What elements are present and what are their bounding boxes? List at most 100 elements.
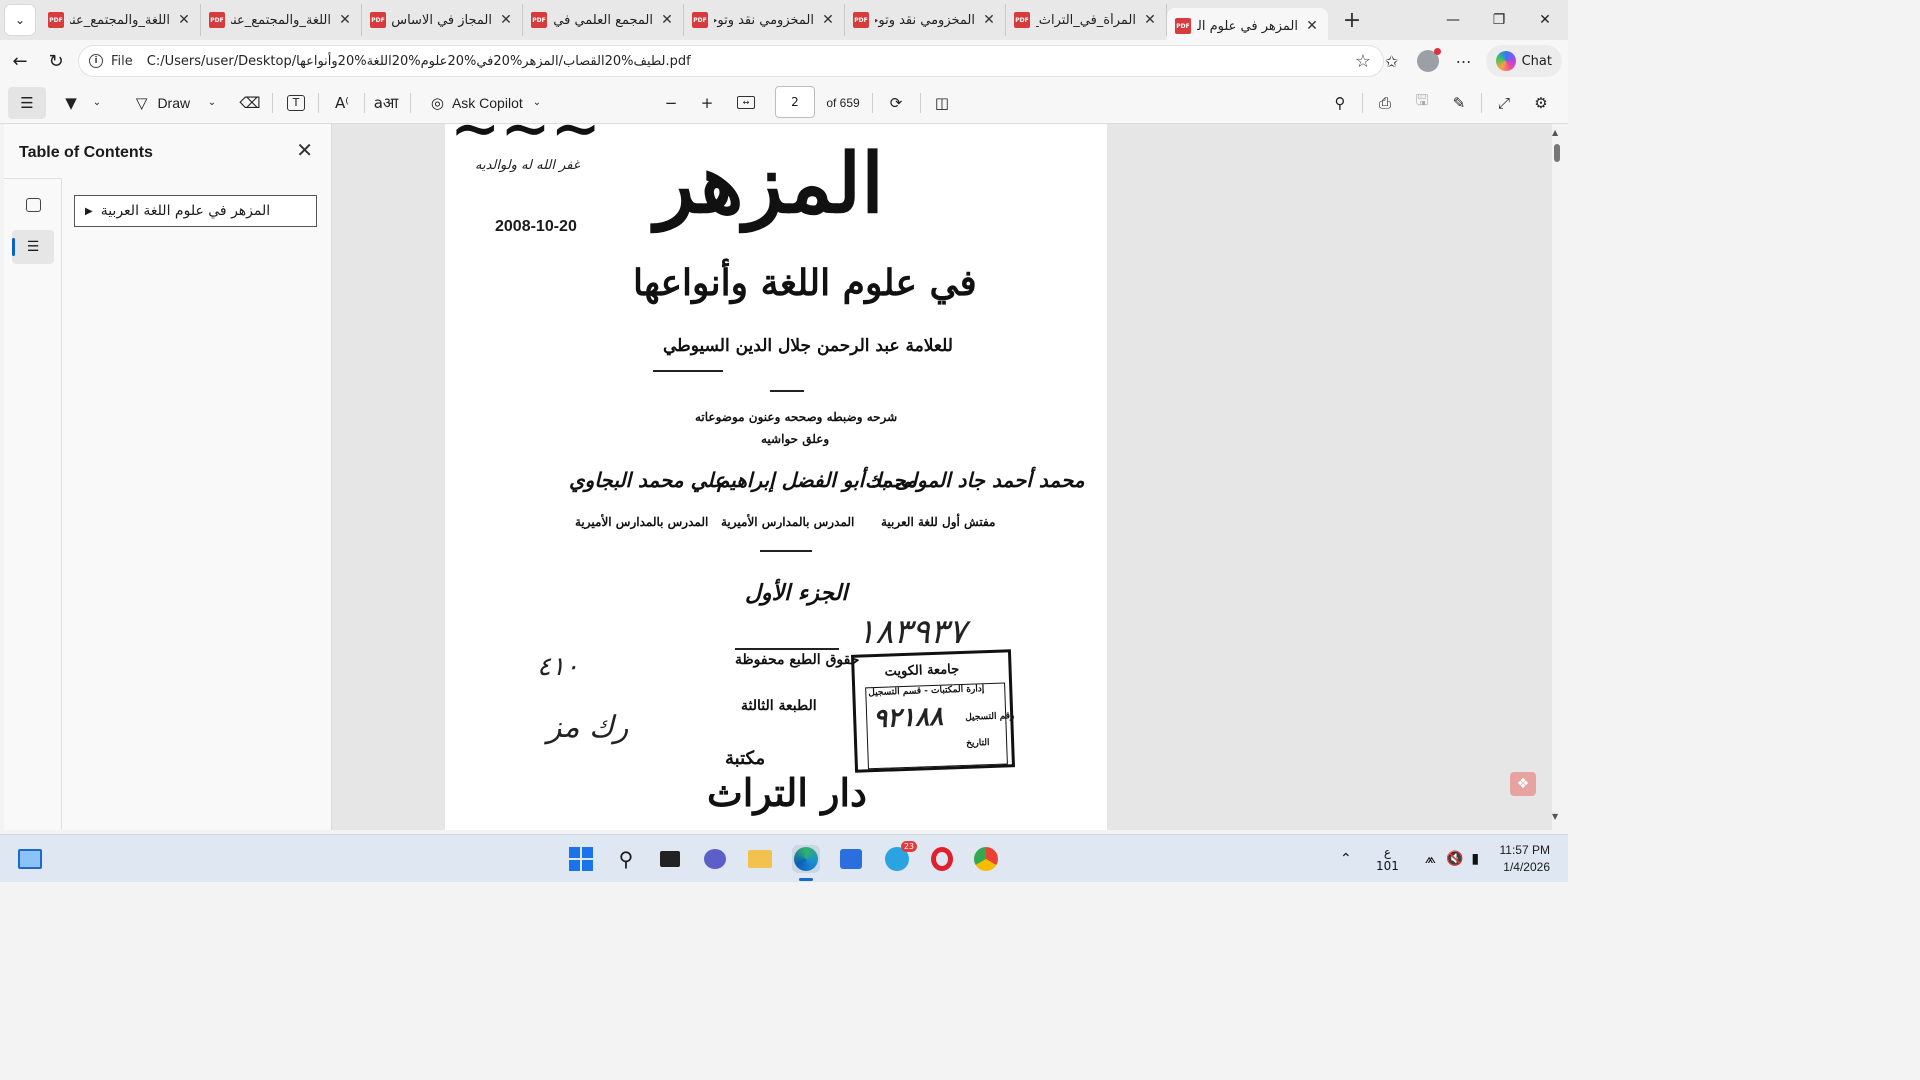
avatar — [1416, 48, 1441, 72]
chevron-down-icon: ⌄ — [14, 13, 26, 27]
image-icon — [25, 198, 41, 212]
underline-divider — [653, 370, 723, 372]
highlight-button[interactable]: ▼ — [60, 87, 82, 119]
print-button[interactable]: ⎙ — [1373, 87, 1397, 119]
volume-muted-icon[interactable]: 🔇 — [1446, 851, 1463, 867]
more-options-button[interactable]: ⋯ — [1446, 43, 1482, 79]
browser-tab[interactable]: PDF اللغة_والمجتمع_عند ✕ — [201, 4, 362, 36]
zoom-out-button[interactable]: − — [660, 87, 682, 119]
refresh-button[interactable]: ↻ — [38, 43, 74, 79]
vertical-scrollbar[interactable]: ▲ ▼ — [1552, 128, 1562, 828]
taskbar: ⚲ 23 ⌃ ع 101 ⩕ 🔇 ▮ 11:57 PM 1/4/2026 — [0, 834, 1568, 882]
chrome-button[interactable] — [972, 845, 1000, 873]
browser-tab[interactable]: PDF المخزومي نقد وتوجيه ✕ — [684, 4, 845, 36]
widgets-button[interactable] — [16, 845, 44, 873]
find-button[interactable]: ⚲ — [1328, 87, 1352, 119]
toolbar-separator — [872, 92, 873, 113]
translate-button[interactable]: aआ — [374, 87, 399, 119]
folder-icon — [748, 850, 772, 868]
page-view-icon: ◫ — [934, 93, 950, 112]
zoom-in-button[interactable]: + — [696, 87, 718, 119]
browser-tab[interactable]: PDF المزهر في علوم اللغ ✕ — [1167, 8, 1328, 44]
fit-width-button[interactable]: ↔ — [734, 87, 758, 119]
address-bar[interactable]: i File C:/Users/user/Desktop/لطيف%20القص… — [78, 45, 1384, 77]
read-aloud-button[interactable]: A⁽ — [330, 87, 354, 119]
close-tab-icon[interactable]: ✕ — [1304, 18, 1320, 34]
start-button[interactable] — [567, 845, 595, 873]
editor-2-name: محمد أبو الفضل إبراهيم — [717, 468, 917, 492]
expand-arrow-icon[interactable]: ▶ — [85, 206, 93, 217]
show-hidden-icons-chevron-icon[interactable]: ⌃ — [1340, 851, 1362, 867]
clock[interactable]: 11:57 PM 1/4/2026 — [1500, 842, 1550, 876]
save-button[interactable]: 🖫 — [1410, 87, 1434, 119]
close-tab-icon[interactable]: ✕ — [1142, 12, 1158, 28]
copilot-chat-button[interactable]: Chat — [1485, 45, 1562, 77]
input-language[interactable]: ع 101 — [1376, 845, 1399, 873]
browser-tab[interactable]: PDF المجاز في الاساس.pdf ✕ — [362, 4, 523, 36]
opera-button[interactable] — [928, 845, 956, 873]
close-tab-icon[interactable]: ✕ — [820, 12, 836, 28]
profile-button[interactable] — [1410, 43, 1446, 79]
scroll-down-arrow-icon[interactable]: ▼ — [1552, 812, 1558, 821]
page-total: of 659 — [826, 95, 860, 110]
close-tab-icon[interactable]: ✕ — [498, 12, 514, 28]
page-number-input[interactable]: 2 — [775, 86, 815, 118]
handwritten-note-2: رك مز — [547, 710, 629, 745]
toc-tab[interactable]: ☰ — [12, 230, 54, 264]
page-view-button[interactable]: ◫ — [930, 87, 954, 119]
wifi-icon[interactable]: ⩕ — [1425, 851, 1436, 867]
minimize-button[interactable]: — — [1430, 0, 1476, 40]
info-icon[interactable]: i — [89, 54, 103, 68]
save-as-button[interactable]: ✎ — [1447, 87, 1471, 119]
browser-tab[interactable]: PDF المجمع العلمي في ال ✕ — [523, 4, 684, 36]
back-button[interactable]: ← — [2, 43, 38, 79]
battery-icon[interactable]: ▮ — [1471, 851, 1479, 867]
task-view-button[interactable] — [656, 845, 684, 873]
toc-toggle-button[interactable]: ☰ — [8, 86, 46, 119]
fullscreen-button[interactable]: ⤢ — [1492, 87, 1516, 119]
chat-app-button[interactable] — [701, 845, 729, 873]
rotate-button[interactable]: ⟳ — [884, 87, 908, 119]
edge-button[interactable] — [792, 845, 820, 873]
close-tab-icon[interactable]: ✕ — [337, 12, 353, 28]
stamp-reg-label: رقم التسجيل — [965, 711, 1015, 723]
favorites-button[interactable]: ✩ — [1374, 43, 1410, 79]
favorite-star-icon[interactable]: ☆ — [1355, 51, 1371, 72]
restore-button[interactable]: ❐ — [1476, 0, 1522, 40]
scrollbar-thumb[interactable] — [1554, 144, 1560, 162]
stamp-university: جامعة الكويت — [884, 662, 960, 680]
new-tab-button[interactable]: + — [1336, 4, 1368, 36]
tab-title: المجمع العلمي في ال — [553, 12, 653, 28]
settings-button[interactable]: ⚙ — [1529, 87, 1553, 119]
add-text-button[interactable]: T — [284, 87, 308, 119]
browser-tab[interactable]: PDF المرأة_في_التراث_الع ✕ — [1006, 4, 1167, 36]
draw-options-dropdown[interactable]: ⌄ — [205, 87, 219, 119]
highlight-options-dropdown[interactable]: ⌄ — [90, 87, 104, 119]
close-tab-icon[interactable]: ✕ — [981, 12, 997, 28]
browser-tab[interactable]: PDF اللغة_والمجتمع_عند ✕ — [40, 4, 201, 36]
url-text[interactable]: C:/Users/user/Desktop/لطيف%20القصاب/المز… — [147, 54, 691, 69]
thumbnails-tab[interactable] — [12, 188, 54, 222]
close-tab-icon[interactable]: ✕ — [176, 12, 192, 28]
ask-copilot-button[interactable]: ◎ Ask Copilot ⌄ — [424, 87, 548, 119]
erase-button[interactable]: ⌫ — [238, 87, 262, 119]
pdf-viewport[interactable]: ∼∼∼ غفر الله له ولوالديه المزهر 2008-10-… — [332, 124, 1552, 830]
close-sidebar-button[interactable]: ✕ — [296, 138, 313, 162]
pdf-file-icon: PDF — [370, 12, 386, 28]
file-explorer-button[interactable] — [746, 845, 774, 873]
adobe-acrobat-icon[interactable]: ❖ — [1510, 772, 1536, 796]
scroll-up-arrow-icon[interactable]: ▲ — [1552, 128, 1558, 137]
browser-tab[interactable]: PDF المخزومي نقد وتوجيه ✕ — [845, 4, 1006, 36]
toc-item[interactable]: ▶ المزهر في علوم اللغة العربية — [74, 195, 317, 227]
clock-date: 1/4/2026 — [1503, 860, 1550, 874]
close-window-button[interactable]: ✕ — [1522, 0, 1568, 40]
store-button[interactable] — [837, 845, 865, 873]
draw-button[interactable]: ▽ Draw — [128, 87, 198, 119]
tab-actions-menu-button[interactable]: ⌄ — [4, 4, 36, 36]
telegram-button[interactable]: 23 — [883, 841, 917, 873]
author-line: للعلامة عبد الرحمن جلال الدين السيوطي — [663, 336, 953, 356]
close-tab-icon[interactable]: ✕ — [659, 12, 675, 28]
search-button[interactable]: ⚲ — [612, 845, 640, 873]
pdf-page: ∼∼∼ غفر الله له ولوالديه المزهر 2008-10-… — [445, 124, 1107, 830]
editor-3-role: المدرس بالمدارس الأميرية — [575, 515, 709, 529]
